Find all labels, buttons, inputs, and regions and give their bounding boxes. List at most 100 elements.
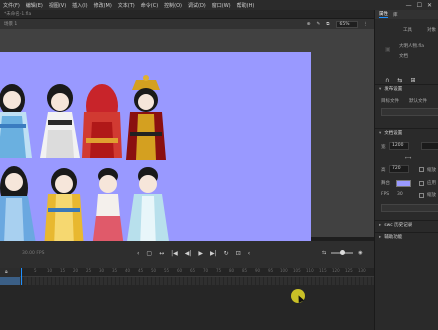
menu-insert[interactable]: 插入(I) xyxy=(69,2,90,9)
link-icon[interactable]: ⟷ xyxy=(405,156,411,161)
prev-icon[interactable]: ‹ xyxy=(137,250,139,257)
ruler-tick: 115 xyxy=(319,268,327,273)
section-title: 文档设置 xyxy=(384,131,403,136)
menu-window[interactable]: 窗口(W) xyxy=(209,2,234,9)
ruler-tick: 80 xyxy=(229,268,235,273)
stage-color-swatch[interactable] xyxy=(396,180,411,187)
expand-icon[interactable]: ⋮ xyxy=(364,22,369,27)
stage[interactable] xyxy=(0,52,311,258)
section-title: 发布设置 xyxy=(384,87,403,92)
edit-symbol-icon[interactable]: ✎ xyxy=(317,22,321,27)
clip-icon[interactable]: ⧉ xyxy=(326,21,329,27)
width-field[interactable]: 1200 xyxy=(389,142,409,150)
character-yellow-dress xyxy=(44,168,84,248)
scale-content-checkbox[interactable] xyxy=(419,167,424,172)
tools-tab-label[interactable]: 工具 xyxy=(403,27,412,33)
lock-icon[interactable]: 🔒︎ xyxy=(5,269,8,275)
fps-checkbox[interactable] xyxy=(419,193,424,198)
loop-icon[interactable]: ↻ xyxy=(224,250,229,257)
fps-label: FPS xyxy=(381,192,390,197)
timeline-zoom: ⇆ ◉ xyxy=(322,250,363,256)
lock-ratio-icon[interactable]: ∩ xyxy=(385,77,389,84)
step-forward-icon[interactable]: ▶| xyxy=(210,250,217,257)
width-label: 宽 xyxy=(381,145,386,150)
align-icons: ∩ ⇆ ⊞ xyxy=(385,77,415,84)
stage-toolbar: 场景 1 ⊕ ✎ ⧉ 65% ⋮ xyxy=(0,19,374,29)
timeline-ruler[interactable]: 5 10 15 20 25 30 35 40 45 50 55 60 65 70… xyxy=(20,268,374,277)
publish-settings-section[interactable]: ▾ 发布设置 xyxy=(375,84,438,94)
character-red-veil xyxy=(82,84,122,158)
ruler-tick: 50 xyxy=(151,268,157,273)
tab-library[interactable]: 库 xyxy=(393,12,398,18)
ruler-tick: 15 xyxy=(60,268,66,273)
center-frame-icon[interactable]: ⊡ xyxy=(236,250,241,257)
document-tab[interactable]: *未命名-1.fla xyxy=(0,10,374,19)
document-name: 大明人物.fla xyxy=(399,44,425,49)
playback-controls: ‹ ▢ ↔ |◀ ◀| ▶ ▶| ↻ ⊡ ‹ xyxy=(137,250,250,257)
ruler-tick: 5 xyxy=(34,268,37,273)
scroll-left-icon[interactable]: ‹ xyxy=(248,250,250,257)
center-stage-icon[interactable]: ⊕ xyxy=(307,22,311,27)
marker-icon[interactable]: ◉ xyxy=(358,250,362,256)
fps-scale-label: 缩放 xyxy=(427,193,436,198)
layer-row[interactable] xyxy=(0,277,20,285)
history-section[interactable]: ▸ swc 历史记录 xyxy=(375,220,438,230)
ruler-tick: 75 xyxy=(216,268,222,273)
section-title: swc 历史记录 xyxy=(384,223,413,228)
ruler-tick: 130 xyxy=(358,268,366,273)
frames-row[interactable] xyxy=(20,277,374,285)
menu-help[interactable]: 帮助(H) xyxy=(234,2,258,9)
first-frame-icon[interactable]: |◀ xyxy=(171,250,178,257)
more-settings-button[interactable] xyxy=(381,204,438,212)
target-label: 目标文件 xyxy=(381,99,399,104)
object-tab-label[interactable]: 对象 xyxy=(427,27,436,33)
maximize-button[interactable]: ☐ xyxy=(417,2,422,9)
scale-label: 缩放 xyxy=(427,168,436,173)
transform-icon[interactable]: ⊞ xyxy=(410,77,415,84)
menu-control[interactable]: 控制(O) xyxy=(161,2,185,9)
character-white-robe xyxy=(40,84,80,158)
frame-icon[interactable]: ▢ xyxy=(146,250,152,257)
menu-debug[interactable]: 调试(D) xyxy=(185,2,209,9)
panel-tabs: 属性 库 xyxy=(375,10,438,19)
ruler-tick: 65 xyxy=(190,268,196,273)
menu-text[interactable]: 文本(T) xyxy=(115,2,138,9)
close-button[interactable]: ✕ xyxy=(427,2,432,9)
ruler-tick: 85 xyxy=(242,268,248,273)
zoom-select[interactable]: 65% xyxy=(335,20,358,28)
onion-skin-icon[interactable]: ↔ xyxy=(159,250,164,257)
snap-icon[interactable]: ⇆ xyxy=(397,77,402,84)
character-light-blue-robe xyxy=(126,167,170,248)
playhead[interactable] xyxy=(21,268,22,285)
target-value[interactable]: 默认文件 xyxy=(409,98,427,104)
document-settings-section[interactable]: ▾ 文档设置 xyxy=(375,128,438,138)
ruler-tick: 60 xyxy=(177,268,183,273)
ruler-tick: 120 xyxy=(332,268,340,273)
menu-modify[interactable]: 修改(M) xyxy=(91,2,115,9)
fps-value[interactable]: 30 xyxy=(397,192,403,197)
document-kind: 文档 xyxy=(399,54,408,59)
ruler-tick: 90 xyxy=(255,268,261,273)
ruler-tick: 40 xyxy=(125,268,131,273)
menu-edit[interactable]: 编辑(E) xyxy=(23,2,46,9)
timeline-zoom-slider[interactable] xyxy=(331,250,354,255)
apply-label: 应用 xyxy=(427,181,436,186)
layer-header: 🔒︎ xyxy=(0,268,20,277)
accessibility-section[interactable]: ▸ 辅助功能 xyxy=(375,232,438,242)
publish-settings-button[interactable] xyxy=(381,108,438,116)
chevron-down-icon: ▾ xyxy=(379,87,382,92)
ruler-tick: 70 xyxy=(203,268,209,273)
step-back-icon[interactable]: ◀| xyxy=(185,250,192,257)
fit-icon[interactable]: ⇆ xyxy=(322,250,326,256)
height-field[interactable]: 720 xyxy=(389,165,409,173)
fps-readout: 30.00 FPS xyxy=(22,251,45,256)
minimize-button[interactable]: — xyxy=(406,2,412,9)
menu-file[interactable]: 文件(F) xyxy=(0,2,23,9)
tab-properties[interactable]: 属性 xyxy=(379,11,388,18)
play-icon[interactable]: ▶ xyxy=(198,250,203,257)
menu-command[interactable]: 命令(C) xyxy=(138,2,161,9)
apply-checkbox[interactable] xyxy=(419,181,424,186)
width-extra-field[interactable] xyxy=(421,142,438,150)
menu-view[interactable]: 视图(V) xyxy=(46,2,69,9)
menu-bar: 文件(F) 编辑(E) 视图(V) 插入(I) 修改(M) 文本(T) 命令(C… xyxy=(0,0,438,10)
